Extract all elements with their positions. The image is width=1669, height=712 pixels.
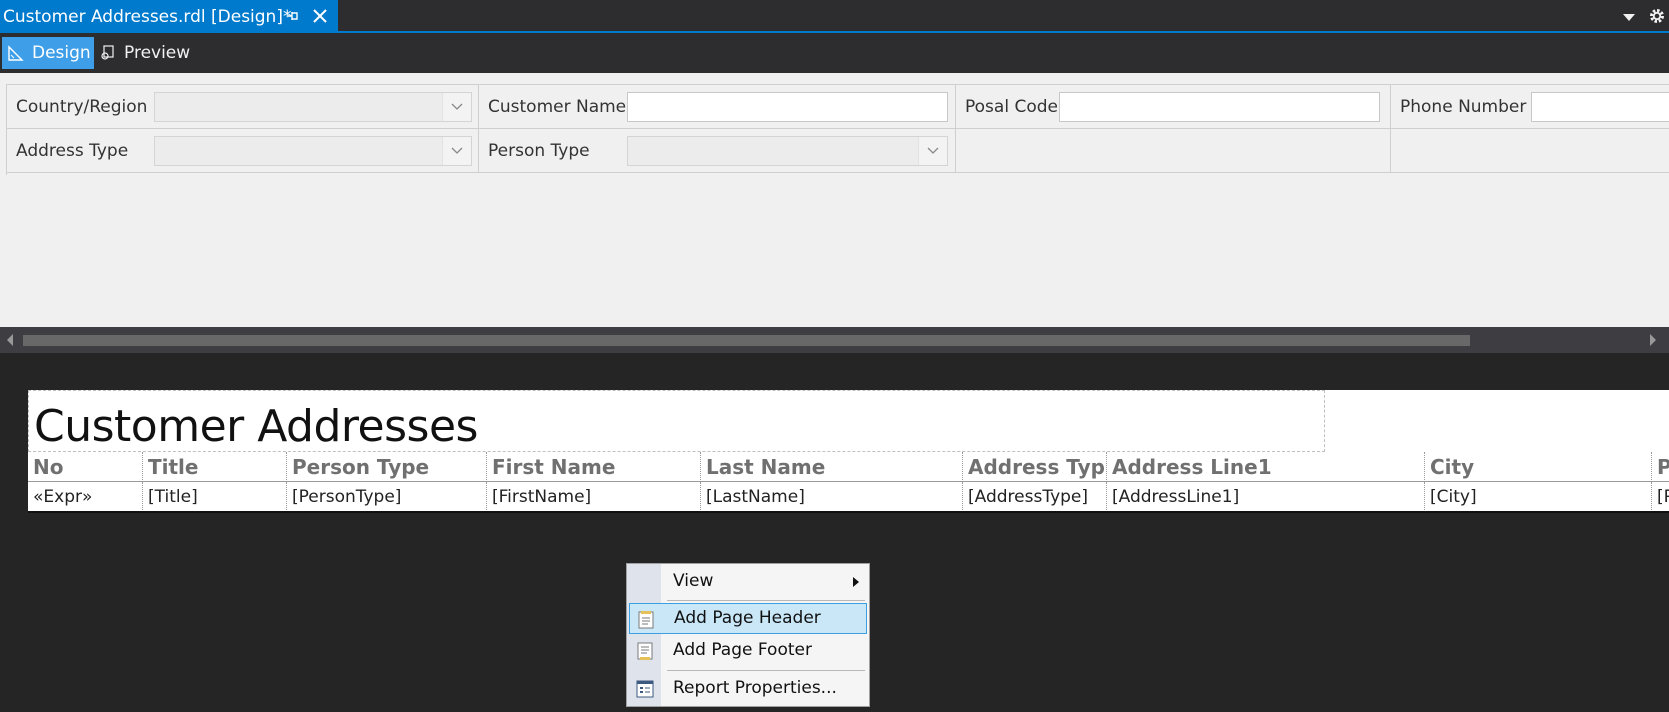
phone-number-input[interactable]	[1531, 92, 1669, 122]
scroll-right-icon[interactable]	[1649, 334, 1657, 346]
detail-cell-title[interactable]: [Title]	[143, 482, 287, 510]
close-icon[interactable]	[311, 7, 329, 25]
parameter-pane: Country/Region Customer Name Posal Code …	[0, 73, 1669, 327]
chevron-down-icon	[927, 147, 939, 154]
country-region-select[interactable]	[154, 92, 472, 122]
phone-number-label: Phone Number	[1400, 97, 1527, 117]
person-type-select[interactable]	[627, 136, 948, 166]
column-header-no[interactable]: No	[28, 452, 143, 482]
submenu-arrow-icon	[853, 577, 859, 587]
menu-item-report-properties[interactable]: Report Properties...	[629, 673, 867, 704]
person-type-dropdown-button[interactable]	[918, 137, 947, 165]
chevron-down-icon	[451, 147, 463, 154]
report-body[interactable]: Customer Addresses No Title Person Type …	[28, 390, 1669, 513]
preview-button[interactable]: Preview	[94, 37, 192, 69]
column-header-city[interactable]: City	[1425, 452, 1652, 482]
page-footer-icon	[637, 642, 653, 660]
menu-item-view[interactable]: View	[629, 566, 867, 597]
param-cell-phone-number: Phone Number	[1391, 85, 1669, 129]
param-cell-country-region: Country/Region	[7, 85, 479, 129]
parameter-grid: Country/Region Customer Name Posal Code …	[6, 84, 1669, 175]
detail-cell-partial[interactable]: [P	[1652, 482, 1669, 510]
param-cell-empty-1	[956, 129, 1391, 173]
design-button[interactable]: Design	[2, 37, 94, 69]
address-type-dropdown-button[interactable]	[442, 137, 471, 165]
postal-code-input[interactable]	[1059, 92, 1380, 122]
column-header-first-name[interactable]: First Name	[487, 452, 701, 482]
column-header-last-name[interactable]: Last Name	[701, 452, 963, 482]
preview-label: Preview	[124, 43, 191, 63]
customer-name-input[interactable]	[627, 92, 948, 122]
person-type-label: Person Type	[488, 141, 590, 161]
customer-name-label: Customer Name	[488, 97, 627, 117]
detail-cell-address-line1[interactable]: [AddressLine1]	[1107, 482, 1425, 510]
menu-item-report-properties-label: Report Properties...	[673, 678, 837, 698]
country-region-dropdown-button[interactable]	[442, 93, 471, 121]
menu-item-view-label: View	[673, 571, 714, 591]
detail-cell-last-name[interactable]: [LastName]	[701, 482, 963, 510]
menu-item-add-page-header[interactable]: Add Page Header	[629, 603, 867, 634]
report-properties-icon	[636, 680, 654, 698]
design-label: Design	[32, 43, 91, 63]
gear-icon[interactable]	[1648, 7, 1666, 25]
detail-cell-city[interactable]: [City]	[1425, 482, 1652, 510]
document-tab[interactable]: Customer Addresses.rdl [Design]*	[0, 0, 338, 31]
page-header-icon	[638, 611, 654, 629]
postal-code-label: Posal Code	[965, 97, 1058, 117]
menu-item-add-page-header-label: Add Page Header	[674, 608, 821, 628]
scrollbar-thumb[interactable]	[23, 335, 1470, 346]
context-menu: View Add Page Header Add Page Footer Rep…	[626, 563, 870, 707]
menu-item-add-page-footer[interactable]: Add Page Footer	[629, 635, 867, 666]
view-toolbar: Design Preview	[0, 33, 1669, 73]
document-tab-title: Customer Addresses.rdl [Design]*	[3, 7, 292, 27]
address-type-label: Address Type	[16, 141, 129, 161]
param-cell-address-type: Address Type	[7, 129, 479, 173]
country-region-label: Country/Region	[16, 97, 148, 117]
column-header-address-line1[interactable]: Address Line1	[1107, 452, 1425, 482]
menu-separator	[667, 670, 865, 671]
column-header-partial[interactable]: P	[1652, 452, 1669, 482]
detail-cell-person-type[interactable]: [PersonType]	[287, 482, 487, 510]
detail-cell-first-name[interactable]: [FirstName]	[487, 482, 701, 510]
param-cell-empty-2	[1391, 129, 1669, 173]
menu-separator	[667, 600, 865, 601]
detail-cell-address-type[interactable]: [AddressType]	[963, 482, 1107, 510]
column-header-address-type[interactable]: Address Typ	[963, 452, 1107, 482]
tab-dropdown-icon[interactable]	[1622, 11, 1636, 23]
param-cell-customer-name: Customer Name	[479, 85, 956, 129]
pin-icon[interactable]	[286, 9, 300, 23]
menu-item-add-page-footer-label: Add Page Footer	[673, 640, 812, 660]
document-tab-strip: Customer Addresses.rdl [Design]*	[0, 0, 1669, 33]
scroll-left-icon[interactable]	[6, 334, 14, 346]
report-title: Customer Addresses	[34, 401, 478, 452]
horizontal-scrollbar[interactable]	[0, 327, 1669, 353]
chevron-down-icon	[451, 103, 463, 110]
detail-cell-no[interactable]: «Expr»	[28, 482, 143, 510]
param-cell-postal-code: Posal Code	[956, 85, 1391, 129]
report-title-textbox[interactable]: Customer Addresses	[28, 390, 1325, 452]
preview-icon	[101, 45, 114, 60]
report-table[interactable]: No Title Person Type First Name Last Nam…	[28, 452, 1669, 511]
column-header-title[interactable]: Title	[143, 452, 287, 482]
design-ruler-icon	[8, 45, 24, 61]
address-type-select[interactable]	[154, 136, 472, 166]
column-header-person-type[interactable]: Person Type	[287, 452, 487, 482]
param-cell-person-type: Person Type	[479, 129, 956, 173]
